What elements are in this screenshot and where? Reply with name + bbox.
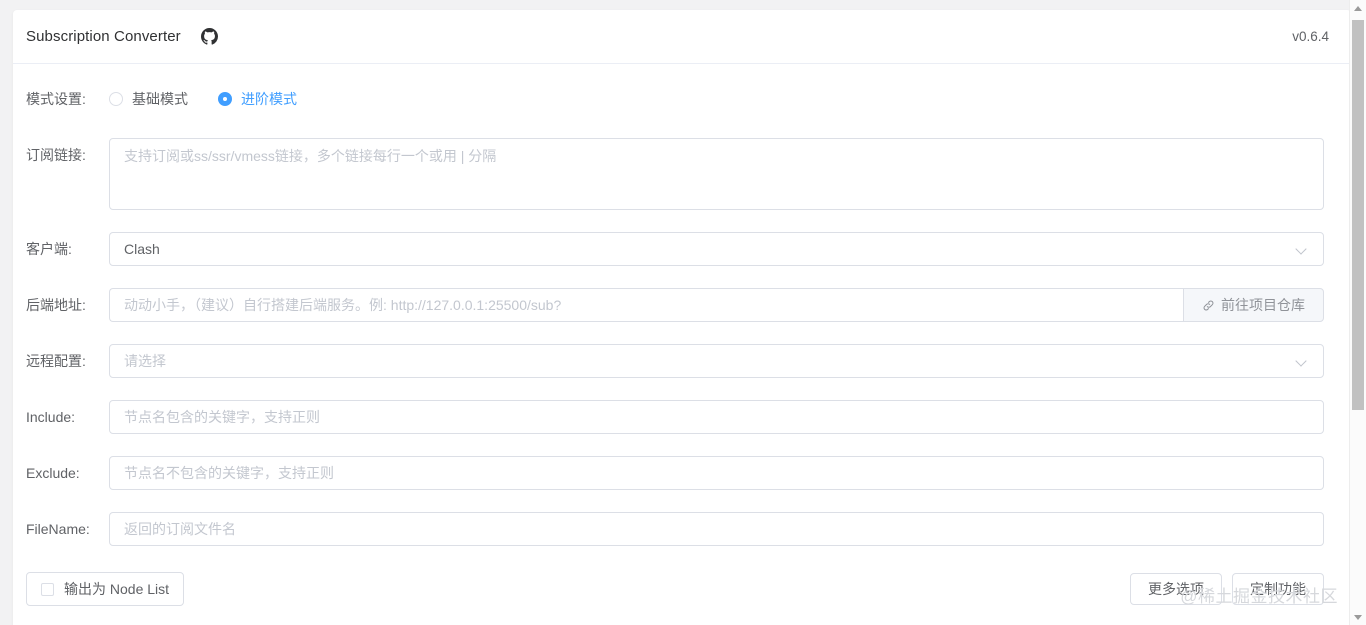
remote-config-select[interactable]: 请选择 [109,344,1324,378]
radio-circle-checked-icon [218,92,232,106]
converter-form: 模式设置: 基础模式 进阶模式 订阅链接: 支持订阅或ss/ssr/vmess链… [13,64,1351,546]
form-row-include: Include: [26,400,1324,434]
scroll-down-arrow-icon[interactable] [1350,609,1366,625]
subscribe-link-input[interactable] [109,138,1324,210]
exclude-control [109,456,1324,490]
backend-input-group: 前往项目仓库 [109,288,1324,322]
chevron-down-icon [1295,354,1309,368]
form-row-exclude: Exclude: [26,456,1324,490]
exclude-label: Exclude: [26,465,80,481]
node-list-checkbox-label: 输出为 Node List [64,581,170,597]
subscribe-link-label: 订阅链接: [26,147,86,163]
client-label: 客户端: [26,241,72,257]
github-icon[interactable] [201,28,219,46]
goto-repo-button-label: 前往项目仓库 [1221,297,1305,313]
mode-label: 模式设置: [26,91,86,107]
goto-repo-button[interactable]: 前往项目仓库 [1183,288,1324,322]
checkbox-square-icon [41,582,54,596]
backend-label: 后端地址: [26,297,86,313]
page-scrollbar[interactable] [1349,0,1366,625]
radio-circle-icon [109,92,123,106]
filename-input[interactable] [109,512,1324,546]
radio-advanced-mode[interactable]: 进阶模式 [218,89,297,109]
client-select[interactable]: Clash [109,232,1324,266]
radio-basic-mode[interactable]: 基础模式 [109,89,188,109]
backend-address-input[interactable] [109,288,1183,322]
exclude-input[interactable] [109,456,1324,490]
include-input[interactable] [109,400,1324,434]
browser-viewport: Subscription Converter v0.6.4 模式设置: 基础模式 [0,0,1366,625]
include-label: Include: [26,409,76,425]
mode-radio-group: 基础模式 进阶模式 [109,82,1324,116]
card-header: Subscription Converter v0.6.4 [13,10,1351,64]
chevron-down-icon [1295,242,1309,256]
version-label: v0.6.4 [1292,29,1329,44]
scrollbar-thumb[interactable] [1352,20,1364,410]
client-control: Clash [109,232,1324,266]
remote-config-select-value: 请选择 [124,353,166,369]
subscribe-link-control [109,138,1324,210]
remote-config-control: 请选择 [109,344,1324,378]
include-control [109,400,1324,434]
form-row-subscribe-link: 订阅链接: [26,138,1324,210]
radio-advanced-mode-label: 进阶模式 [241,91,297,107]
form-row-backend: 后端地址: 前往项目仓库 [26,288,1324,322]
form-row-filename: FileName: [26,512,1324,546]
radio-basic-mode-label: 基础模式 [132,91,188,107]
node-list-checkbox[interactable]: 输出为 Node List [26,572,185,606]
client-select-value: Clash [124,241,160,257]
filename-control [109,512,1324,546]
form-row-client: 客户端: Clash [26,232,1324,266]
form-footer-row: 输出为 Node List 更多选项 定制功能 [13,564,1351,606]
form-row-remote-config: 远程配置: 请选择 [26,344,1324,378]
form-row-mode: 模式设置: 基础模式 进阶模式 [26,82,1324,116]
page-title: Subscription Converter [26,28,181,45]
scroll-up-arrow-icon[interactable] [1350,0,1366,16]
watermark: @稀土掘金技术社区 [1180,587,1338,606]
backend-control: 前往项目仓库 [109,288,1324,322]
remote-config-label: 远程配置: [26,353,86,369]
link-icon [1202,299,1215,312]
converter-card: Subscription Converter v0.6.4 模式设置: 基础模式 [13,10,1351,625]
mode-control: 基础模式 进阶模式 [109,82,1324,116]
filename-label: FileName: [26,521,90,537]
